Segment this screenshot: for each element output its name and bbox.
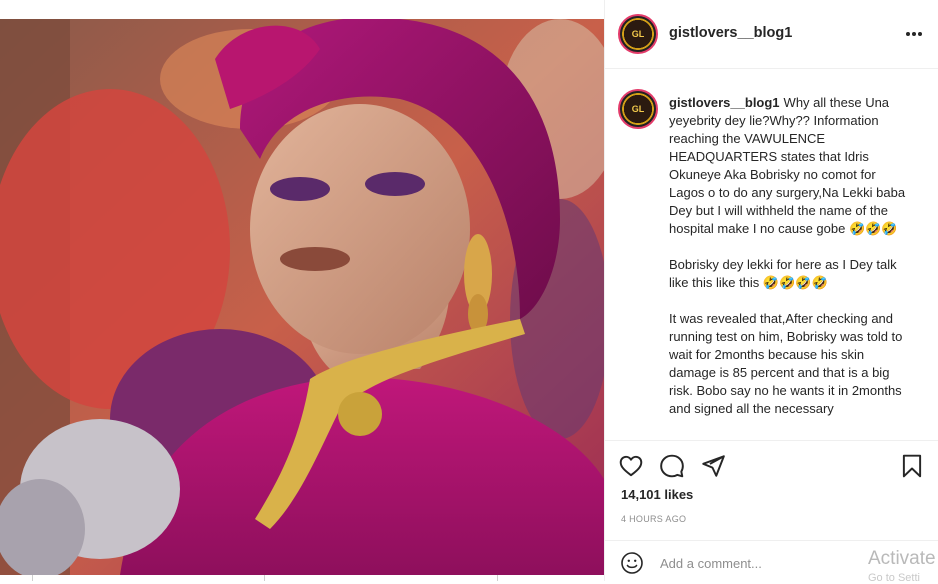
post-image-illustration	[0, 19, 604, 575]
caption-body-1: Why all these Una yeyebrity dey lie?Why?…	[669, 95, 906, 236]
emoji-icon[interactable]	[620, 551, 644, 575]
bottom-divider	[497, 575, 498, 581]
more-horizontal-icon[interactable]	[902, 22, 926, 46]
author-avatar[interactable]	[618, 14, 658, 54]
activation-watermark: Activate	[868, 548, 936, 569]
bottom-divider	[32, 575, 33, 581]
comment-input[interactable]	[660, 553, 860, 573]
caption-username[interactable]: gistlovers__blog1	[669, 95, 780, 110]
comment-icon[interactable]	[659, 453, 685, 479]
likes-count[interactable]: 14,101 likes	[621, 487, 693, 502]
top-strip	[0, 0, 604, 19]
post-image[interactable]	[0, 19, 604, 575]
post-timestamp[interactable]: 4 HOURS AGO	[621, 514, 686, 524]
bottom-divider	[264, 575, 265, 581]
bookmark-icon[interactable]	[899, 453, 925, 479]
post-header: gistlovers__blog1	[605, 0, 938, 69]
caption-paragraph-2: Bobrisky dey lekki for here as I Dey tal…	[669, 257, 897, 290]
post-details-panel: gistlovers__blog1 gistlovers__blog1Why a…	[604, 0, 938, 581]
caption-author-avatar[interactable]	[618, 89, 658, 129]
post-actions: 14,101 likes 4 HOURS AGO	[605, 440, 938, 551]
heart-icon[interactable]	[618, 453, 644, 479]
share-icon[interactable]	[700, 453, 726, 479]
author-username[interactable]: gistlovers__blog1	[669, 25, 792, 41]
caption-paragraph-1: gistlovers__blog1 Why all these Una yeyeb…	[669, 94, 909, 238]
caption-area: gistlovers__blog1Why all these Una yeyeb…	[605, 69, 938, 439]
caption-paragraph-3: It was revealed that,After checking and …	[669, 311, 903, 416]
bottom-bar	[0, 575, 604, 581]
activation-watermark-sub: Go to Setti	[868, 572, 920, 584]
caption-text: gistlovers__blog1 Why all these Una yeyeb…	[669, 94, 909, 418]
